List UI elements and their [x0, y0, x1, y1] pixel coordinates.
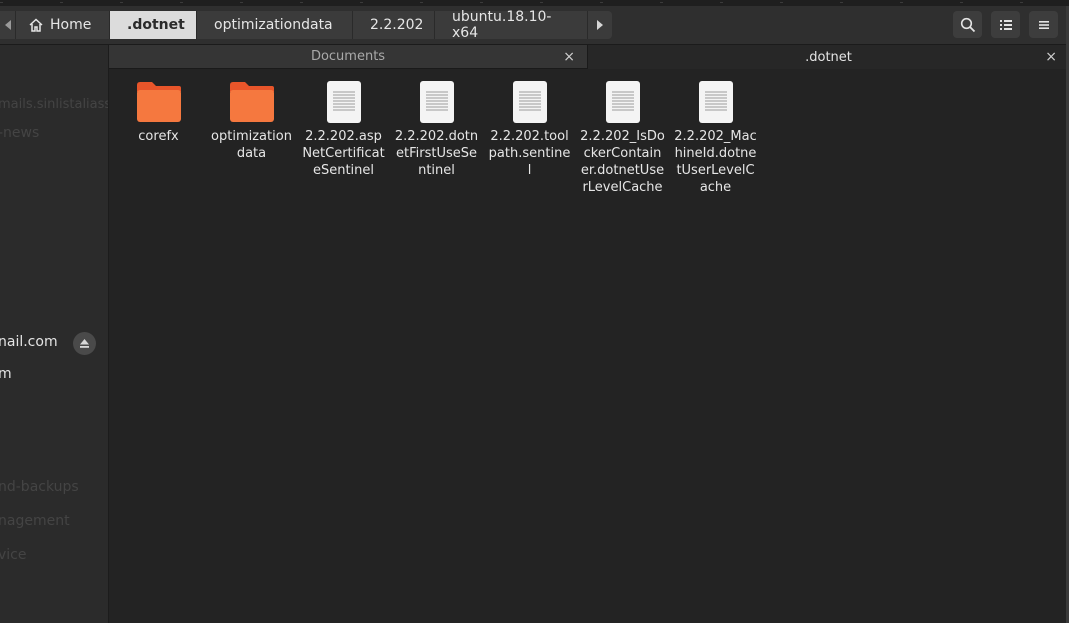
sidebar-item-label: vice — [0, 547, 27, 563]
crumb-optimizationdata-label: optimizationdata — [214, 17, 333, 33]
sidebar-item-label: m — [0, 366, 12, 382]
menu-button[interactable] — [1029, 11, 1058, 38]
crumb-dotnet[interactable]: .dotnet — [110, 11, 197, 39]
sidebar-item-label: nagement — [0, 513, 70, 529]
path-scroll-left-button[interactable] — [0, 11, 16, 39]
file-item-aspnet-sentinel[interactable]: 2.2.202.aspNetCertificateSentinel — [297, 78, 390, 179]
search-icon — [960, 17, 975, 32]
file-item-firstuse-sentinel[interactable]: 2.2.202.dotnetFirstUseSentinel — [390, 78, 483, 179]
menu-icon — [1038, 20, 1049, 29]
file-name: corefx — [138, 129, 179, 144]
sidebar-item-management[interactable]: nagement — [0, 513, 70, 529]
tab-documents[interactable]: Documents × — [109, 45, 587, 69]
file-name: optimizationdata — [211, 129, 292, 161]
text-file-icon — [512, 81, 547, 123]
crumb-home[interactable]: Home — [16, 11, 110, 39]
file-item-docker-cache[interactable]: 2.2.202_IsDockerContainer.dotnetUserLeve… — [576, 78, 669, 196]
list-view-icon — [999, 19, 1012, 30]
sidebar-item-mail-aliases[interactable]: mails.sinlistaliass — [0, 97, 109, 112]
sidebar-item-account[interactable]: m — [0, 366, 12, 382]
crumb-dotnet-label: .dotnet — [127, 17, 185, 33]
crumb-ubuntu[interactable]: ubuntu.18.10-x64 — [435, 9, 588, 41]
text-file-icon — [698, 81, 733, 123]
file-name: 2.2.202.toolpath.sentinel — [488, 129, 571, 178]
file-name: 2.2.202_MachineId.dotnetUserLevelCache — [674, 129, 757, 195]
close-icon[interactable]: × — [563, 49, 575, 65]
eject-icon — [80, 339, 89, 348]
sidebar-item-service[interactable]: vice — [0, 547, 27, 563]
folder-icon — [229, 82, 274, 122]
tab-label: .dotnet — [805, 49, 852, 65]
folder-icon — [136, 82, 181, 122]
tab-bar: Documents × .dotnet × — [109, 45, 1069, 69]
sidebar-item-mail-account[interactable]: nail.com — [0, 334, 58, 350]
file-item-machineid-cache[interactable]: 2.2.202_MachineId.dotnetUserLevelCache — [669, 78, 762, 196]
file-name: 2.2.202_IsDockerContainer.dotnetUserLeve… — [580, 129, 665, 195]
sidebar-item-news[interactable]: -news — [0, 125, 39, 141]
text-file-icon — [326, 81, 361, 123]
path-scroll-right-button[interactable] — [588, 11, 612, 39]
sidebar-item-backups[interactable]: nd-backups — [0, 479, 79, 495]
close-icon[interactable]: × — [1045, 49, 1057, 65]
file-item-optimizationdata[interactable]: optimizationdata — [205, 78, 298, 162]
file-item-toolpath-sentinel[interactable]: 2.2.202.toolpath.sentinel — [483, 78, 576, 179]
eject-button[interactable] — [73, 332, 96, 355]
sidebar-item-label: nd-backups — [0, 479, 79, 495]
sidebar: mails.sinlistaliass -news nail.com m nd-… — [0, 45, 109, 623]
list-view-button[interactable] — [991, 11, 1020, 38]
file-name: 2.2.202.aspNetCertificateSentinel — [302, 129, 385, 178]
search-button[interactable] — [953, 11, 982, 38]
content-area: Documents × .dotnet × corefx optimizatio… — [109, 45, 1069, 623]
crumb-version-label: 2.2.202 — [370, 17, 424, 33]
text-file-icon — [419, 81, 454, 123]
file-name: 2.2.202.dotnetFirstUseSentinel — [394, 129, 479, 178]
text-file-icon — [605, 81, 640, 123]
crumb-ubuntu-label: ubuntu.18.10-x64 — [452, 9, 552, 41]
crumb-home-label: Home — [50, 17, 92, 33]
tab-dotnet[interactable]: .dotnet × — [587, 45, 1069, 69]
crumb-version[interactable]: 2.2.202 — [353, 11, 435, 39]
top-strip-pattern — [0, 2, 1069, 3]
header-bar: Home .dotnet optimizationdata 2.2.202 ub… — [0, 6, 1069, 45]
tab-label: Documents — [310, 49, 386, 64]
home-icon — [29, 18, 43, 32]
crumb-optimizationdata[interactable]: optimizationdata — [197, 11, 353, 39]
file-item-corefx[interactable]: corefx — [112, 78, 205, 145]
path-bar: Home .dotnet optimizationdata 2.2.202 ub… — [0, 9, 612, 41]
sidebar-item-label: nail.com — [0, 334, 58, 350]
chevron-left-icon — [4, 20, 11, 30]
chevron-right-icon — [597, 20, 603, 30]
sidebar-item-label: -news — [0, 125, 40, 141]
sidebar-item-label: mails.sinlistaliass — [0, 97, 109, 112]
